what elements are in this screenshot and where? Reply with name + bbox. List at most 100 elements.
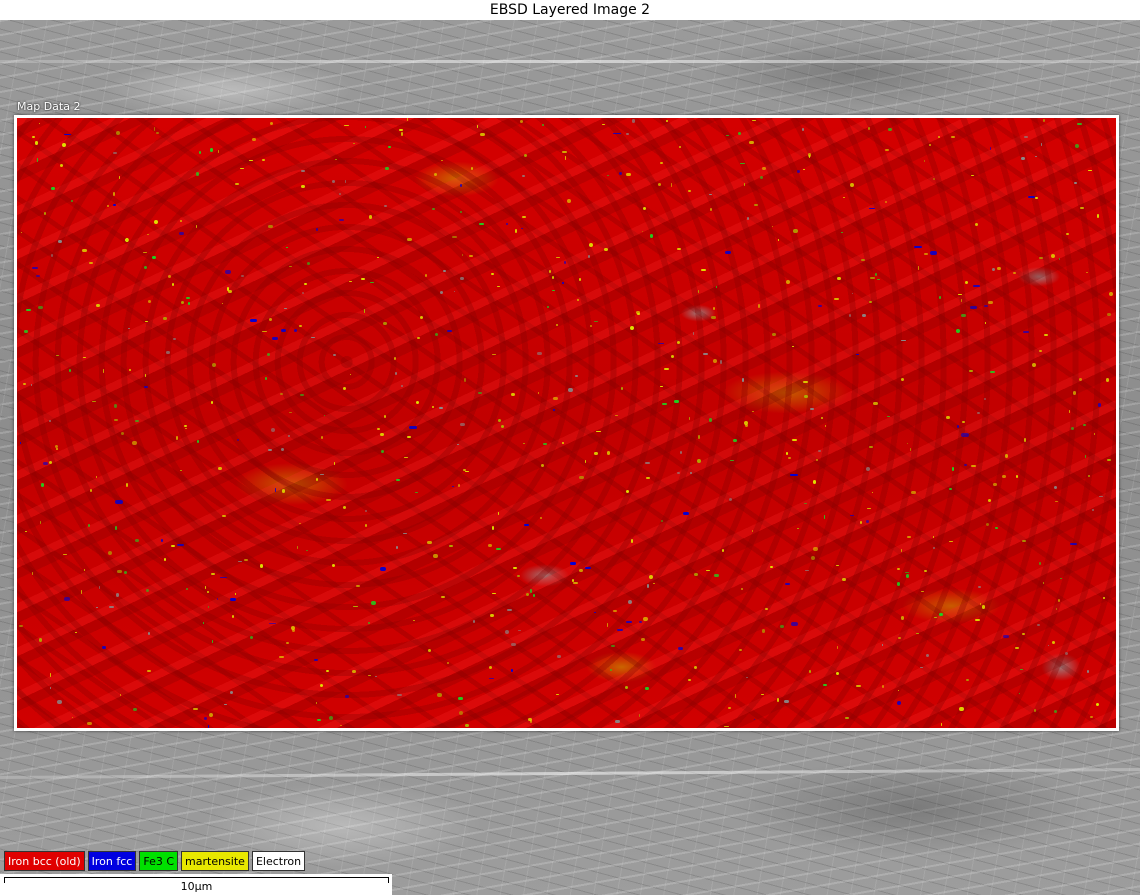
- phase-speck: [377, 256, 379, 258]
- phase-speck: [363, 309, 365, 313]
- phase-speck: [156, 132, 159, 135]
- phase-speck: [460, 422, 465, 426]
- phase-speck: [62, 143, 66, 148]
- phase-speck: [326, 498, 332, 501]
- phase-speck: [1042, 119, 1046, 122]
- phase-speck: [921, 590, 925, 592]
- phase-speck: [461, 253, 463, 256]
- phase-speck: [266, 353, 270, 357]
- phase-speck: [404, 456, 409, 458]
- phase-speck: [147, 669, 152, 672]
- phase-speck: [588, 255, 590, 259]
- phase-speck: [1019, 668, 1023, 670]
- phase-speck: [1021, 540, 1026, 542]
- phase-speck: [537, 392, 539, 394]
- phase-speck: [1024, 135, 1028, 138]
- phase-speck: [43, 211, 46, 215]
- phase-speck: [743, 182, 745, 187]
- phase-speck: [239, 167, 245, 169]
- phase-speck: [836, 646, 838, 650]
- phase-speck: [640, 638, 646, 641]
- phase-speck: [221, 302, 223, 304]
- phase-speck: [204, 717, 208, 720]
- phase-speck: [376, 428, 381, 430]
- phase-speck: [971, 465, 976, 468]
- phase-speck: [742, 378, 744, 382]
- phase-speck: [662, 403, 667, 405]
- phase-speck: [185, 587, 188, 590]
- phase-speck: [397, 693, 403, 696]
- phase-speck: [783, 699, 789, 704]
- phase-speck: [584, 459, 586, 463]
- phase-speck: [715, 285, 718, 288]
- phase-speck: [802, 168, 805, 170]
- phase-speck: [268, 224, 273, 228]
- phase-speck: [134, 419, 140, 423]
- phase-speck: [901, 339, 907, 342]
- phase-speck: [316, 227, 318, 232]
- phase-speck: [813, 547, 818, 551]
- phase-speck: [400, 131, 403, 136]
- phase-speck: [208, 713, 213, 718]
- phase-speck: [345, 694, 349, 698]
- phase-speck: [874, 273, 877, 277]
- phase-speck: [1082, 423, 1087, 426]
- phase-speck: [332, 180, 335, 183]
- phase-speck: [268, 317, 272, 322]
- phase-speck: [521, 175, 525, 177]
- phase-speck: [88, 262, 93, 265]
- phase-speck: [694, 572, 698, 576]
- phase-speck: [938, 295, 941, 299]
- phase-speck: [855, 353, 859, 355]
- phase-speck: [83, 568, 85, 572]
- phase-speck: [615, 719, 621, 723]
- phase-speck: [480, 132, 485, 136]
- phase-speck: [965, 679, 969, 681]
- phase-speck: [1022, 633, 1025, 635]
- phase-speck: [270, 427, 275, 432]
- phase-speck: [321, 435, 323, 439]
- phase-speck: [738, 649, 742, 652]
- phase-speck: [1106, 313, 1111, 316]
- phase-speck: [292, 629, 295, 633]
- phase-speck: [1087, 169, 1093, 171]
- phase-speck: [646, 476, 651, 479]
- phase-speck: [907, 536, 911, 538]
- phase-speck: [51, 186, 55, 190]
- phase-speck: [313, 658, 318, 662]
- phase-speck: [383, 415, 386, 419]
- phase-speck: [678, 146, 681, 149]
- phase-speck: [274, 487, 276, 492]
- phase-speck: [160, 538, 163, 543]
- phase-speck: [810, 408, 815, 410]
- phase-speck: [491, 354, 497, 356]
- phase-speck: [96, 303, 100, 307]
- phase-speck: [515, 229, 517, 233]
- phase-speck: [457, 443, 459, 446]
- phase-speck: [1098, 495, 1104, 497]
- phase-speck: [134, 539, 139, 542]
- phase-speck: [287, 435, 290, 438]
- phase-speck: [315, 477, 318, 481]
- phase-speck: [553, 397, 558, 401]
- phase-speck: [1027, 195, 1036, 198]
- phase-speck: [749, 140, 754, 144]
- phase-speck: [702, 352, 708, 356]
- phase-speck: [217, 149, 220, 154]
- phase-speck: [115, 130, 120, 135]
- phase-speck: [326, 670, 329, 673]
- phase-speck: [952, 467, 955, 471]
- phase-speck: [281, 329, 286, 333]
- phase-speck: [306, 261, 310, 266]
- phase-speck: [19, 625, 24, 627]
- phase-speck: [790, 474, 799, 476]
- phase-speck: [856, 685, 861, 688]
- phase-speck: [547, 305, 549, 308]
- phase-speck: [525, 593, 530, 596]
- phase-speck: [115, 500, 123, 504]
- phase-speck: [989, 370, 995, 374]
- phase-speck: [949, 488, 952, 491]
- phase-speck: [151, 255, 157, 260]
- phase-speck: [353, 605, 358, 607]
- phase-speck: [443, 269, 446, 272]
